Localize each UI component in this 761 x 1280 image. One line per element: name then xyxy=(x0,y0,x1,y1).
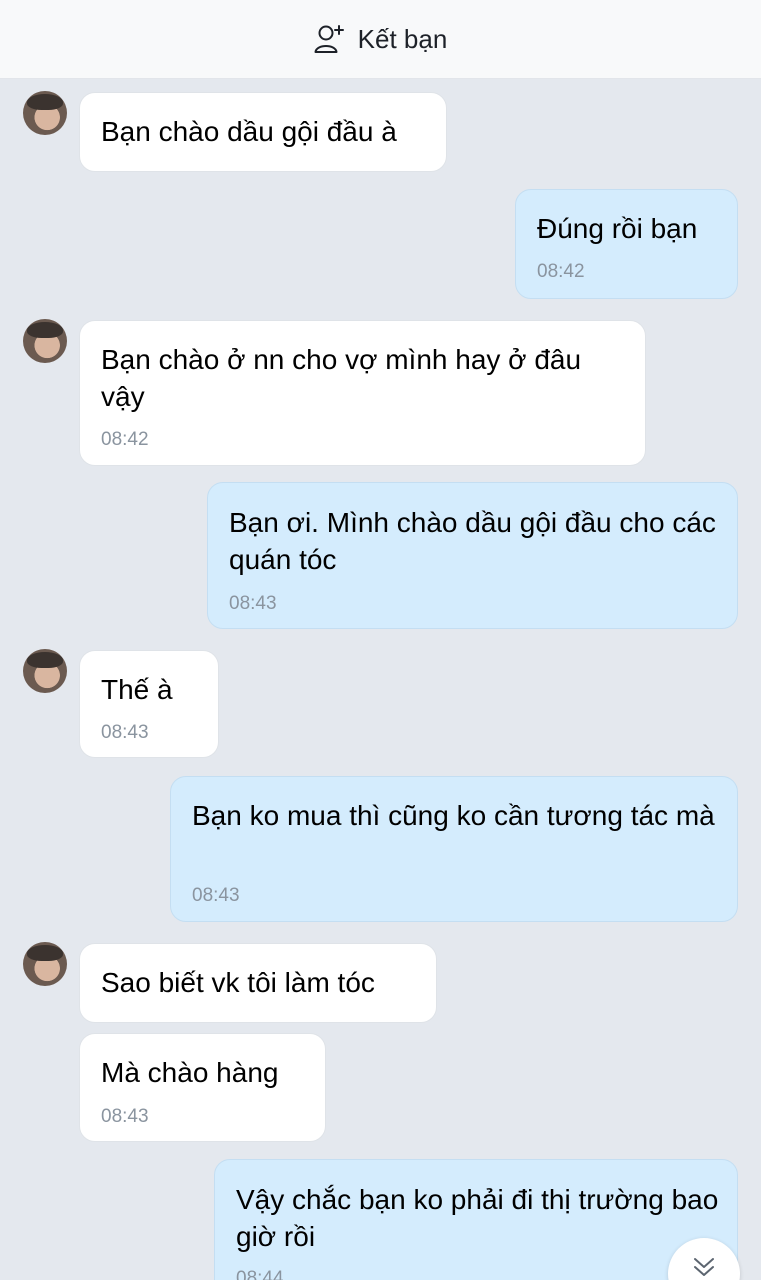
message-bubble-incoming[interactable]: Bạn chào dầu gội đầu à xyxy=(79,92,447,172)
message-bubble-outgoing[interactable]: Bạn ơi. Mình chào dầu gội đầu cho các qu… xyxy=(207,482,738,629)
chat-area[interactable]: Bạn chào dầu gội đầu à Đúng rồi bạn 08:4… xyxy=(0,79,761,1280)
message-text: Bạn chào dầu gội đầu à xyxy=(101,116,397,147)
message-time: 08:44 xyxy=(236,1268,284,1280)
message-bubble-outgoing[interactable]: Đúng rồi bạn 08:42 xyxy=(515,189,738,299)
message-time: 08:43 xyxy=(192,885,240,906)
message-time: 08:43 xyxy=(101,1106,149,1127)
message-bubble-incoming[interactable]: Thế à 08:43 xyxy=(79,650,219,758)
person-plus-icon xyxy=(314,24,346,54)
contact-avatar[interactable] xyxy=(23,91,67,135)
message-text: Thế à xyxy=(101,674,173,705)
message-bubble-incoming[interactable]: Bạn chào ở nn cho vợ mình hay ở đâu vậy … xyxy=(79,320,646,466)
message-time: 08:43 xyxy=(101,722,149,743)
double-chevron-down-icon xyxy=(692,1256,716,1280)
message-time: 08:42 xyxy=(101,429,149,450)
add-friend-label: Kết bạn xyxy=(357,23,448,54)
message-text: Mà chào hàng xyxy=(101,1057,279,1088)
message-text: Đúng rồi bạn xyxy=(537,213,698,244)
contact-avatar[interactable] xyxy=(23,319,67,363)
message-bubble-incoming[interactable]: Sao biết vk tôi làm tóc xyxy=(79,943,437,1023)
message-bubble-outgoing[interactable]: Bạn ko mua thì cũng ko cần tương tác mà … xyxy=(170,776,738,922)
contact-avatar[interactable] xyxy=(23,942,67,986)
contact-avatar[interactable] xyxy=(23,649,67,693)
add-friend-button[interactable]: Kết bạn xyxy=(314,23,448,55)
message-text: Bạn ko mua thì cũng ko cần tương tác mà xyxy=(192,800,715,831)
message-time: 08:42 xyxy=(537,261,585,282)
message-time: 08:43 xyxy=(229,593,277,614)
message-text: Vậy chắc bạn ko phải đi thị trường bao g… xyxy=(236,1184,719,1252)
top-bar: Kết bạn xyxy=(0,0,761,79)
message-text: Bạn chào ở nn cho vợ mình hay ở đâu vậy xyxy=(101,344,582,412)
message-bubble-incoming[interactable]: Mà chào hàng 08:43 xyxy=(79,1033,326,1142)
message-text: Bạn ơi. Mình chào dầu gội đầu cho các qu… xyxy=(229,507,716,575)
message-bubble-outgoing[interactable]: Vậy chắc bạn ko phải đi thị trường bao g… xyxy=(214,1159,738,1280)
message-text: Sao biết vk tôi làm tóc xyxy=(101,967,375,998)
